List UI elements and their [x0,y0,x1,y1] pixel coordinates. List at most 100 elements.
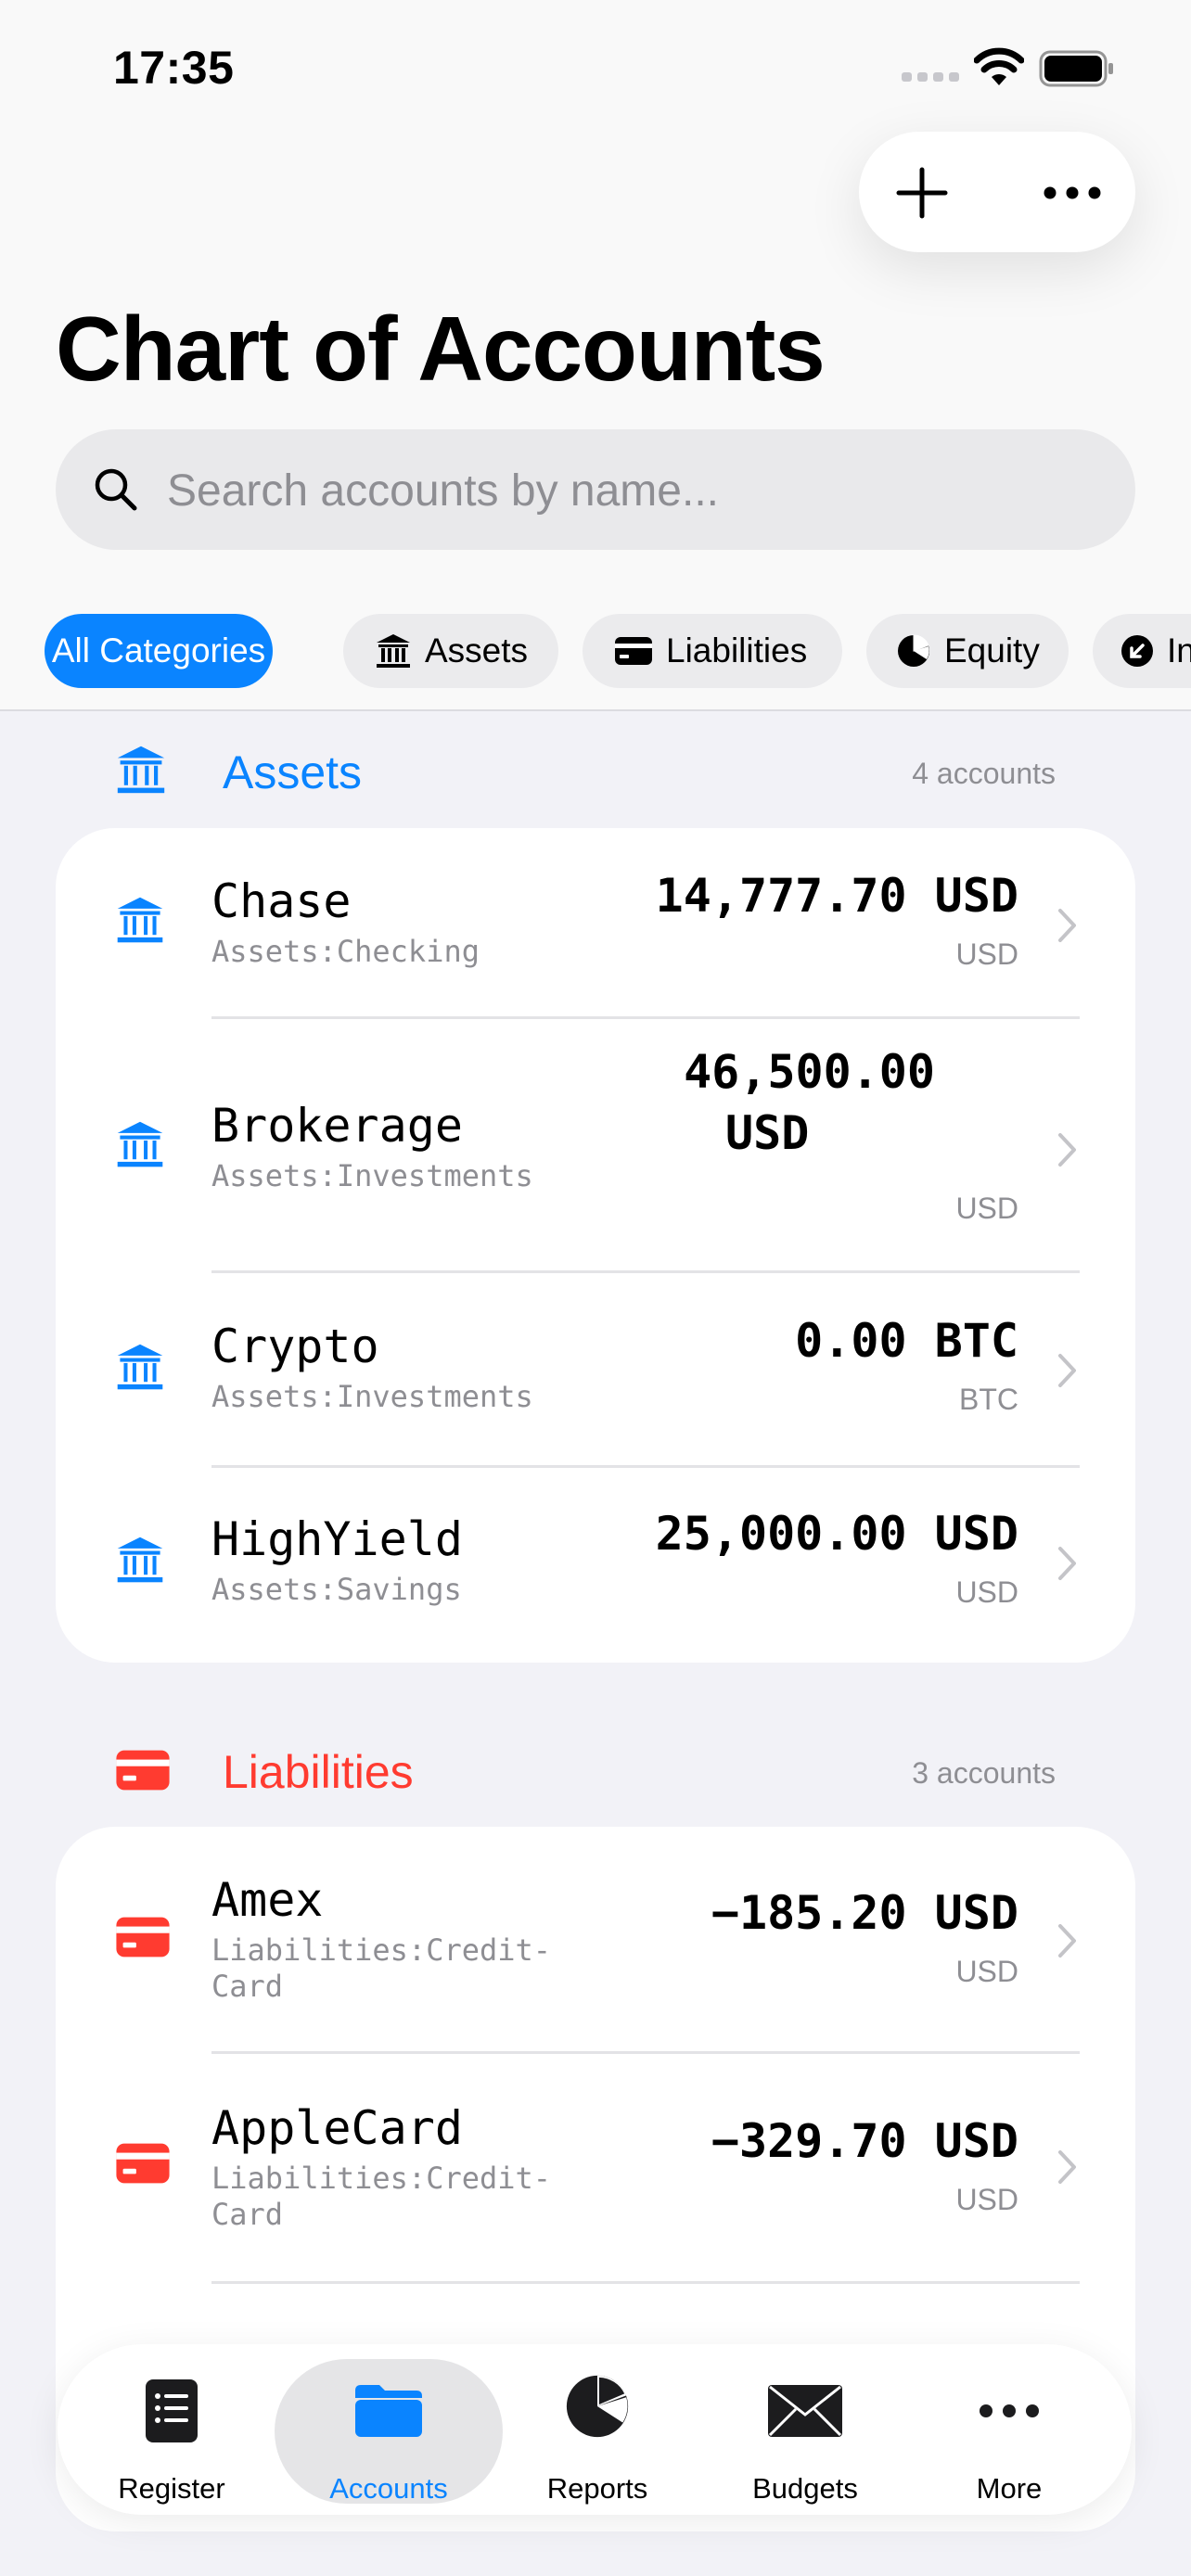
account-row-chase[interactable]: Chase Assets:Checking 14,777.70 USD USD [56,828,1135,1017]
account-path-line1: Liabilities:Credit- [211,1932,552,1968]
account-path-line2: Card [211,2197,284,2232]
section-title: Liabilities [223,1746,414,1798]
credit-card-icon [116,1750,170,1791]
account-name: HighYield [211,1512,463,1566]
chip-label: In [1167,631,1191,670]
account-row-amex[interactable]: Amex Liabilities:Credit- Card −185.20 US… [56,1827,1135,2051]
battery-icon [1039,50,1113,87]
cellular-signal-icon [902,72,959,82]
tab-label: Register [118,2472,225,2505]
credit-card-icon [116,1917,170,1958]
account-path: Assets:Investments [211,1158,533,1193]
chevron-right-icon [1058,1354,1076,1387]
account-name: Crypto [211,1320,379,1373]
ellipsis-icon [1044,186,1101,199]
tab-label: Budgets [752,2472,858,2505]
account-row-highyield[interactable]: HighYield Assets:Savings 25,000.00 USD U… [56,1468,1135,1659]
account-name: Amex [211,1873,324,1927]
tab-more[interactable]: More [915,2344,1104,2515]
chip-all-categories[interactable]: All Categories [45,614,273,688]
account-name: Brokerage [211,1099,463,1153]
row-separator [211,2051,1080,2054]
tab-label: More [976,2472,1043,2505]
search-bar[interactable] [56,429,1135,550]
tab-budgets[interactable]: Budgets [711,2344,900,2515]
chip-equity[interactable]: Equity [866,614,1069,688]
wifi-icon [974,47,1024,85]
account-path: Assets:Savings [211,1572,462,1607]
account-balance: 0.00 BTC [795,1314,1018,1368]
section-header-assets: Assets 4 accounts [0,729,1191,812]
account-currency: USD [955,937,1018,971]
account-path-line1: Liabilities:Credit- [211,2161,552,2196]
account-currency: BTC [959,1383,1018,1416]
bank-icon [117,897,163,943]
search-icon [95,468,137,511]
account-currency: USD [955,1575,1018,1609]
account-name: Chase [211,874,352,928]
account-balance: 25,000.00 USD [655,1507,1018,1561]
bank-icon [117,1537,163,1583]
account-row-applecard[interactable]: AppleCard Liabilities:Credit- Card −329.… [56,2055,1135,2281]
account-balance-line2: USD [725,1106,810,1160]
folder-icon [355,2385,422,2437]
add-account-button[interactable] [887,159,957,226]
chip-assets[interactable]: Assets [343,614,558,688]
status-time: 17:35 [113,42,235,94]
tab-reports[interactable]: Reports [503,2344,692,2515]
tab-bar: Register Accounts Reports Budgets More [58,2344,1132,2515]
row-separator [211,2281,1080,2284]
arrow-down-left-circle-icon [1121,635,1153,667]
section-count: 4 accounts [912,757,1056,790]
account-currency: USD [955,1955,1018,1988]
tab-register[interactable]: Register [58,2344,286,2515]
tab-label: Reports [546,2472,648,2505]
bank-icon [377,634,410,668]
search-input[interactable] [165,452,1106,529]
more-options-button[interactable] [1035,159,1109,226]
chip-label: All Categories [51,631,266,670]
chip-liabilities[interactable]: Liabilities [583,614,842,688]
bank-icon [117,746,165,794]
bank-icon [117,1344,163,1390]
chip-label: Liabilities [666,631,808,670]
ellipsis-icon [980,2404,1039,2417]
chevron-right-icon [1058,1547,1076,1580]
chevron-right-icon [1058,1924,1076,1958]
account-balance: −329.70 USD [711,2114,1018,2168]
account-row-crypto[interactable]: Crypto Assets:Investments 0.00 BTC BTC [56,1273,1135,1464]
chip-label: Equity [944,631,1040,670]
account-balance-line1: 46,500.00 [684,1045,935,1099]
list-icon [146,2379,198,2442]
header-divider [0,709,1191,711]
chevron-right-icon [1058,1133,1076,1167]
chip-income[interactable]: In [1093,614,1191,688]
credit-card-icon [116,2143,170,2184]
account-currency: USD [955,2183,1018,2216]
chevron-right-icon [1058,909,1076,942]
pie-chart-icon [898,634,929,667]
chevron-right-icon [1058,2150,1076,2184]
chip-label: Assets [425,631,529,670]
assets-card: Chase Assets:Checking 14,777.70 USD USD … [56,828,1135,1663]
account-path-line2: Card [211,1969,284,2004]
account-currency: USD [955,1192,1018,1225]
account-row-brokerage[interactable]: Brokerage Assets:Investments 46,500.00 U… [56,1019,1135,1269]
bank-icon [117,1121,163,1167]
category-filter-bar: All Categories Assets Liabilities Equity [0,614,1191,688]
pie-chart-icon [566,2375,629,2438]
account-path: Assets:Checking [211,934,480,969]
account-path: Assets:Investments [211,1379,533,1414]
envelope-icon [768,2385,842,2437]
section-count: 3 accounts [912,1756,1056,1790]
page-title: Chart of Accounts [56,298,826,400]
tab-accounts[interactable]: Accounts [275,2344,503,2515]
account-balance: 14,777.70 USD [655,869,1018,923]
section-title: Assets [223,746,363,798]
account-balance: −185.20 USD [711,1886,1018,1940]
account-name: AppleCard [211,2101,463,2155]
section-header-liabilities: Liabilities 3 accounts [0,1728,1191,1812]
credit-card-icon [615,637,652,665]
plus-icon [896,167,948,219]
tab-label: Accounts [329,2472,448,2505]
